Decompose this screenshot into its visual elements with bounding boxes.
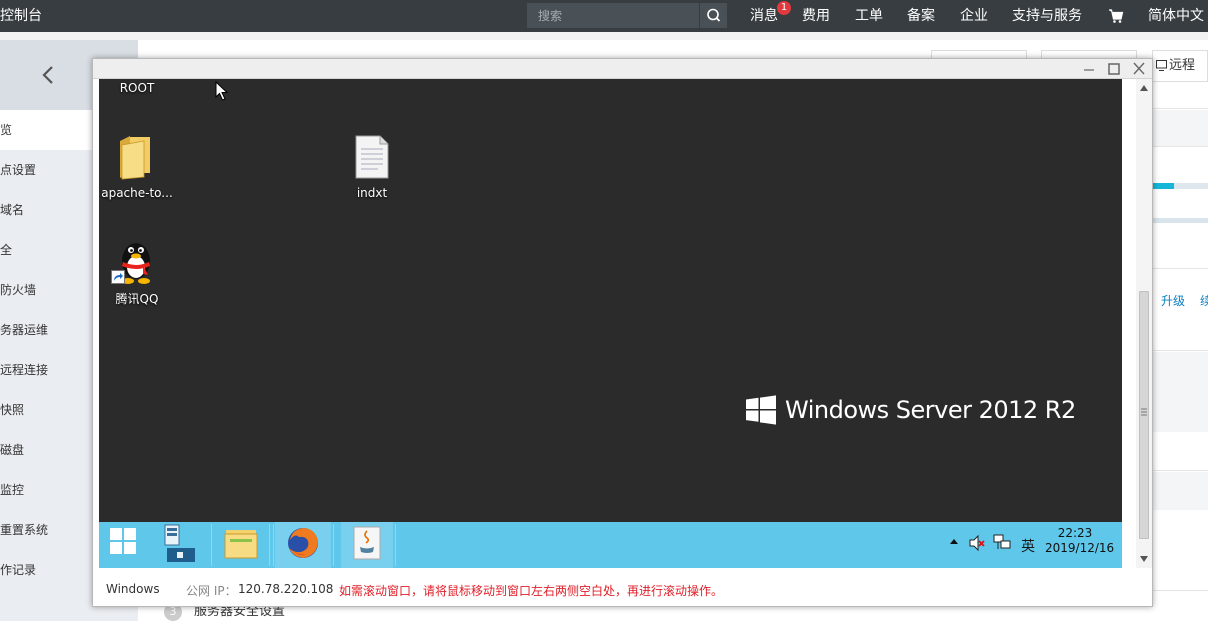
nav-filing[interactable]: 备案 <box>907 0 935 32</box>
start-button[interactable] <box>99 522 147 568</box>
usage-progress-bar <box>1152 183 1208 189</box>
desktop-icon-label: apache-to... <box>101 186 173 200</box>
remote-desktop-screen[interactable]: ROOT apache-to... indxt 腾讯QQ Windows Ser… <box>99 79 1122 568</box>
window-vertical-scrollbar[interactable] <box>1136 79 1152 568</box>
taskbar-java[interactable] <box>341 522 393 568</box>
remote-connect-label: 远程 <box>1169 58 1196 73</box>
clock-time: 22:23 <box>1057 526 1093 540</box>
taskbar-separator <box>395 524 396 566</box>
remote-status-bar: Windows 公网 IP： 120.78.220.108 如需滚动窗口，请将鼠… <box>93 568 1152 606</box>
scroll-down-icon <box>1140 556 1148 562</box>
windows-logo-icon <box>746 395 776 425</box>
message-count-badge: 1 <box>777 1 791 15</box>
show-hidden-icons-icon[interactable] <box>949 536 959 546</box>
public-ip-value: 120.78.220.108 <box>238 582 334 596</box>
divider <box>1152 590 1208 591</box>
section-header <box>1152 110 1208 146</box>
section-header <box>1152 472 1208 510</box>
scroll-warning-text: 如需滚动窗口，请将鼠标移动到窗口左右两侧空白处，再进行滚动操作。 <box>339 584 724 598</box>
monitor-icon <box>1156 60 1167 71</box>
mouse-cursor-icon <box>215 81 229 101</box>
taskbar-firefox[interactable] <box>275 522 331 568</box>
desktop-icon-apache[interactable]: apache-to... <box>99 133 177 203</box>
os-label: Windows <box>106 582 160 596</box>
upgrade-link[interactable]: 升级 <box>1161 292 1185 309</box>
taskbar-separator <box>333 524 334 566</box>
nav-support[interactable]: 支持与服务 <box>1012 0 1082 32</box>
divider <box>1152 470 1208 471</box>
usage-progress-fill <box>1152 183 1175 189</box>
cart-button[interactable] <box>1108 0 1124 32</box>
desktop-icon-indxt[interactable]: indxt <box>332 133 412 203</box>
ime-indicator[interactable]: 英 <box>1021 536 1035 556</box>
close-button[interactable] <box>1127 60 1151 78</box>
maximize-button[interactable] <box>1102 60 1126 78</box>
console-title[interactable]: 控制台 <box>0 0 42 32</box>
scroll-grip-icon <box>1141 408 1147 416</box>
taskbar-file-explorer[interactable] <box>217 522 267 568</box>
desktop-icon-label: 腾讯QQ <box>115 292 159 306</box>
top-navigation-bar: 控制台 消息 1 费用 工单 备案 企业 支持与服务 简体中文 <box>0 0 1208 32</box>
firefox-icon <box>288 528 318 558</box>
scrollbar-thumb[interactable] <box>1139 291 1149 539</box>
search-icon <box>707 8 721 22</box>
taskbar-separator <box>269 524 270 566</box>
minimize-button[interactable] <box>1077 60 1101 78</box>
scroll-up-icon <box>1140 85 1148 91</box>
shortcut-arrow-icon <box>111 270 125 284</box>
file-explorer-icon <box>224 530 258 559</box>
windows-start-icon <box>110 528 136 554</box>
divider <box>1152 146 1208 147</box>
clock-date: 2019/12/16 <box>1045 541 1115 555</box>
desktop-icon-label: indxt <box>356 186 388 200</box>
divider <box>1152 108 1208 109</box>
chevron-left-icon <box>42 66 53 84</box>
search-input[interactable] <box>527 3 699 28</box>
desktop-icon-label: ROOT <box>119 81 155 95</box>
taskbar-server-manager[interactable] <box>155 522 209 568</box>
maximize-icon <box>1108 63 1120 75</box>
nav-language[interactable]: 简体中文 <box>1148 0 1204 32</box>
java-icon <box>353 526 381 560</box>
volume-muted-icon[interactable] <box>968 534 986 552</box>
cart-icon <box>1109 9 1124 23</box>
usage-progress-track <box>1152 218 1208 223</box>
windows-server-branding: Windows Server 2012 R2 <box>785 396 1076 424</box>
folder-icon <box>120 136 150 180</box>
nav-messages[interactable]: 消息 <box>750 0 778 32</box>
server-manager-icon <box>164 524 195 562</box>
desktop-icon-qq[interactable]: 腾讯QQ <box>99 237 177 307</box>
remote-connect-button[interactable]: 远程 <box>1152 50 1208 82</box>
taskbar-separator <box>273 524 274 566</box>
nav-billing[interactable]: 费用 <box>802 0 830 32</box>
desktop-icon-root[interactable]: ROOT <box>99 79 177 99</box>
divider <box>1152 268 1208 269</box>
renew-link[interactable]: 续 <box>1200 292 1208 309</box>
nav-enterprise[interactable]: 企业 <box>960 0 988 32</box>
network-icon[interactable] <box>993 533 1011 551</box>
close-icon <box>1133 62 1145 75</box>
window-titlebar[interactable] <box>93 59 1152 79</box>
nav-tickets[interactable]: 工单 <box>855 0 883 32</box>
taskbar-separator <box>211 524 212 566</box>
search-button[interactable] <box>699 3 727 28</box>
divider <box>1152 350 1208 351</box>
minimize-icon <box>1084 69 1094 71</box>
taskbar-clock[interactable]: 22:23 2019/12/16 <box>1045 526 1115 556</box>
public-ip-label: 公网 IP： <box>186 584 237 598</box>
text-file-icon <box>355 135 389 179</box>
remote-desktop-window: ROOT apache-to... indxt 腾讯QQ Windows Ser… <box>92 58 1153 607</box>
windows-taskbar: 英 22:23 2019/12/16 <box>99 522 1122 568</box>
section-panel <box>1152 352 1208 432</box>
